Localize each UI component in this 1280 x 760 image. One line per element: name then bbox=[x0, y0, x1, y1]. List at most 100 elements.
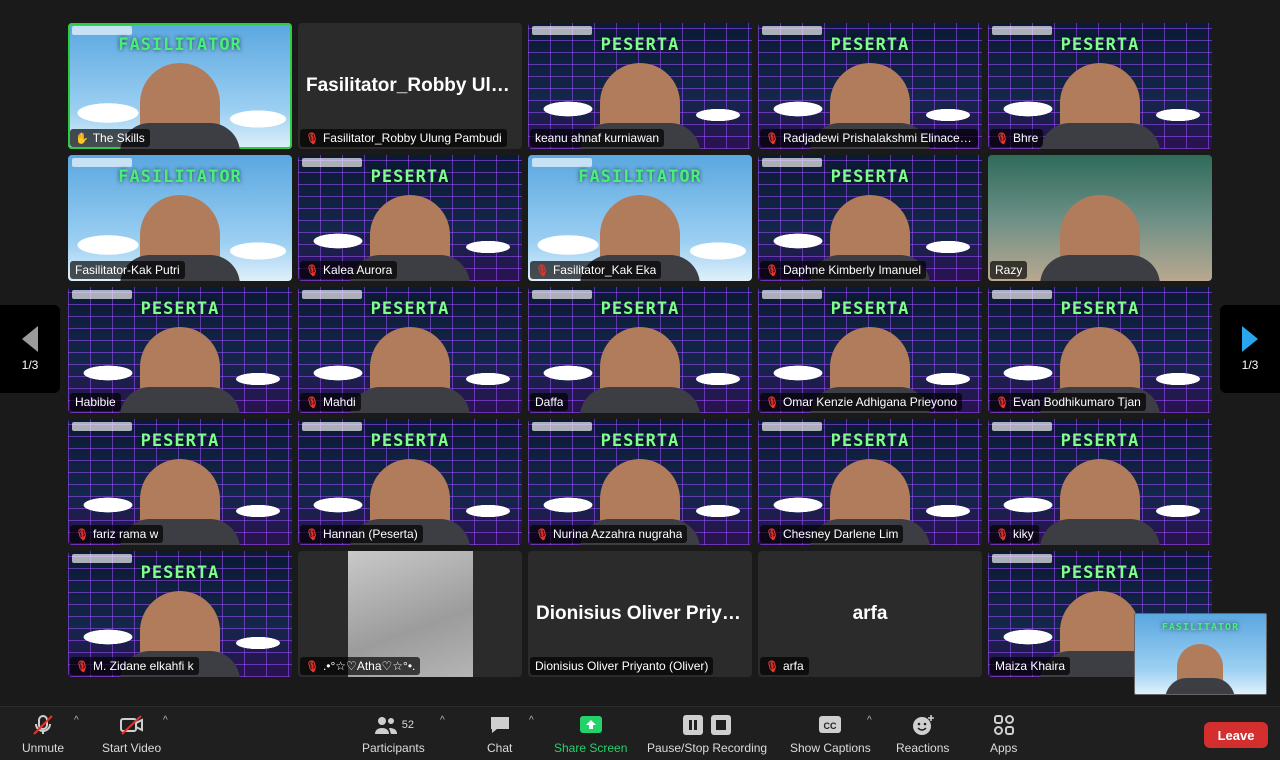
participant-tile[interactable]: PESERTA 🎙︎ fariz rama w bbox=[68, 419, 292, 545]
background-banner: FASILITATOR bbox=[118, 35, 242, 55]
background-banner: PESERTA bbox=[1060, 35, 1140, 55]
participant-name-label: 🎙︎ Kalea Aurora bbox=[300, 261, 398, 279]
audio-options-caret[interactable]: ^ bbox=[74, 715, 79, 726]
mic-muted-icon: 🎙︎ bbox=[995, 396, 1009, 409]
participants-button[interactable]: 52 Participants bbox=[362, 713, 425, 755]
sponsor-logos bbox=[992, 290, 1052, 299]
participant-name: Razy bbox=[995, 263, 1023, 277]
apps-label: Apps bbox=[990, 741, 1018, 755]
participant-tile[interactable]: arfa 🎙︎ arfa bbox=[758, 551, 982, 677]
participant-name-label: Maiza Khaira bbox=[990, 657, 1071, 675]
leave-button[interactable]: Leave bbox=[1204, 722, 1268, 748]
participant-name: The Skills bbox=[92, 131, 145, 145]
participant-tile[interactable]: Dionisius Oliver Priyanto (Oliver) Dionis… bbox=[528, 551, 752, 677]
participant-tile[interactable]: PESERTA 🎙︎ Omar Kenzie Adhigana Prieyono bbox=[758, 287, 982, 413]
sponsor-logos bbox=[532, 26, 592, 35]
reactions-button[interactable]: Reactions bbox=[896, 713, 949, 755]
start-video-button[interactable]: Start Video bbox=[102, 713, 161, 755]
background-banner: PESERTA bbox=[140, 563, 220, 583]
participant-name: Nurina Azzahra nugraha bbox=[552, 527, 683, 541]
participant-name-label: 🎙︎ Omar Kenzie Adhigana Prieyono bbox=[760, 393, 963, 411]
participant-name-label: Dionisius Oliver Priyanto (Oliver) bbox=[530, 657, 714, 675]
participant-tile[interactable]: FASILITATOR Fasilitator-Kak Putri bbox=[68, 155, 292, 281]
apps-icon bbox=[993, 713, 1015, 737]
mic-muted-icon: 🎙︎ bbox=[535, 264, 549, 277]
participant-tile[interactable]: PESERTA keanu ahnaf kurniawan bbox=[528, 23, 752, 149]
background-banner: PESERTA bbox=[830, 35, 910, 55]
participant-tile[interactable]: PESERTA Daffa bbox=[528, 287, 752, 413]
mic-off-icon bbox=[31, 713, 55, 737]
participant-tile[interactable]: 🎙︎ .•°☆♡Atha♡☆°•. bbox=[298, 551, 522, 677]
participant-tile[interactable]: FASILITATOR 🎙︎ Fasilitator_Kak Eka bbox=[528, 155, 752, 281]
video-feed bbox=[1040, 63, 1160, 149]
captions-options-caret[interactable]: ^ bbox=[867, 715, 872, 726]
prev-page-indicator: 1/3 bbox=[21, 358, 39, 372]
participants-options-caret[interactable]: ^ bbox=[440, 715, 445, 726]
background-banner: PESERTA bbox=[830, 167, 910, 187]
video-feed bbox=[1040, 459, 1160, 545]
video-feed bbox=[580, 327, 700, 413]
background-banner: PESERTA bbox=[600, 35, 680, 55]
svg-text:CC: CC bbox=[824, 721, 837, 731]
share-screen-icon bbox=[579, 713, 603, 737]
sponsor-logos bbox=[72, 422, 132, 431]
participant-name-label: Habibie bbox=[70, 393, 121, 411]
sponsor-logos bbox=[762, 158, 822, 167]
participant-tile[interactable]: PESERTA 🎙︎ Kalea Aurora bbox=[298, 155, 522, 281]
participants-label: Participants bbox=[362, 741, 425, 755]
participant-name-label: 🎙︎ arfa bbox=[760, 657, 809, 675]
prev-page-button[interactable]: 1/3 bbox=[0, 305, 60, 393]
participants-icon-group: 52 bbox=[373, 713, 414, 737]
background-banner: PESERTA bbox=[600, 299, 680, 319]
captions-icon: CC bbox=[818, 713, 842, 737]
apps-button[interactable]: Apps bbox=[990, 713, 1017, 755]
background-banner: PESERTA bbox=[370, 431, 450, 451]
video-feed bbox=[120, 63, 240, 149]
captions-button[interactable]: CC Show Captions bbox=[790, 713, 871, 755]
captions-label: Show Captions bbox=[790, 741, 871, 755]
chat-button[interactable]: Chat bbox=[487, 713, 512, 755]
participant-name-label: 🎙︎ Mahdi bbox=[300, 393, 361, 411]
participant-tile[interactable]: PESERTA Habibie bbox=[68, 287, 292, 413]
participant-tile[interactable]: PESERTA 🎙︎ Chesney Darlene Lim bbox=[758, 419, 982, 545]
participant-tile[interactable]: PESERTA 🎙︎ M. Zidane elkahfi k bbox=[68, 551, 292, 677]
mic-muted-icon: 🎙︎ bbox=[535, 528, 549, 541]
share-screen-button[interactable]: Share Screen bbox=[554, 713, 627, 755]
participant-name: Maiza Khaira bbox=[995, 659, 1066, 673]
chat-options-caret[interactable]: ^ bbox=[529, 715, 534, 726]
participant-tile[interactable]: PESERTA 🎙︎ Mahdi bbox=[298, 287, 522, 413]
participant-name-display: arfa bbox=[852, 603, 888, 624]
participant-name-label: 🎙︎ M. Zidane elkahfi k bbox=[70, 657, 199, 675]
participant-tile[interactable]: Razy bbox=[988, 155, 1212, 281]
sponsor-logos bbox=[532, 290, 592, 299]
participant-name: Omar Kenzie Adhigana Prieyono bbox=[782, 395, 958, 409]
participant-name: Dionisius Oliver Priyanto (Oliver) bbox=[535, 659, 709, 673]
participant-name: M. Zidane elkahfi k bbox=[92, 659, 194, 673]
mic-muted-icon: 🎙︎ bbox=[75, 528, 89, 541]
participant-tile[interactable]: PESERTA 🎙︎ Hannan (Peserta) bbox=[298, 419, 522, 545]
sponsor-logos bbox=[532, 158, 592, 167]
participant-name-label: 🎙︎ Radjadewi Prishalakshmi Elinacelestia bbox=[760, 129, 978, 147]
participant-name: Kalea Aurora bbox=[322, 263, 393, 277]
participant-tile[interactable]: PESERTA 🎙︎ Evan Bodhikumaro Tjan bbox=[988, 287, 1212, 413]
participant-tile[interactable]: PESERTA 🎙︎ Nurina Azzahra nugraha bbox=[528, 419, 752, 545]
participants-count: 52 bbox=[401, 719, 414, 731]
participant-name: .•°☆♡Atha♡☆°•. bbox=[322, 659, 416, 673]
video-options-caret[interactable]: ^ bbox=[163, 715, 168, 726]
recording-label: Pause/Stop Recording bbox=[647, 741, 768, 755]
background-banner: PESERTA bbox=[370, 299, 450, 319]
participant-tile[interactable]: FASILITATOR ✋ The Skills bbox=[68, 23, 292, 149]
unmute-button[interactable]: Unmute bbox=[22, 713, 64, 755]
mic-muted-icon: 🎙︎ bbox=[995, 132, 1009, 145]
participant-tile[interactable]: Fasilitator_Robby Ulung Pambudi🎙︎Fasilit… bbox=[298, 23, 522, 149]
participant-name-label: Razy bbox=[990, 261, 1028, 279]
sponsor-logos bbox=[72, 26, 132, 35]
recording-button[interactable]: Pause/Stop Recording bbox=[647, 713, 767, 755]
next-page-button[interactable]: 1/3 bbox=[1220, 305, 1280, 393]
background-banner: PESERTA bbox=[1060, 563, 1140, 583]
participant-tile[interactable]: PESERTA 🎙︎ Bhre bbox=[988, 23, 1212, 149]
participant-tile[interactable]: PESERTA 🎙︎ Radjadewi Prishalakshmi Elinace… bbox=[758, 23, 982, 149]
participant-tile[interactable]: PESERTA 🎙︎ Daphne Kimberly Imanuel bbox=[758, 155, 982, 281]
self-view[interactable]: FASILITATOR bbox=[1134, 613, 1267, 695]
participant-tile[interactable]: PESERTA 🎙︎ kiky bbox=[988, 419, 1212, 545]
